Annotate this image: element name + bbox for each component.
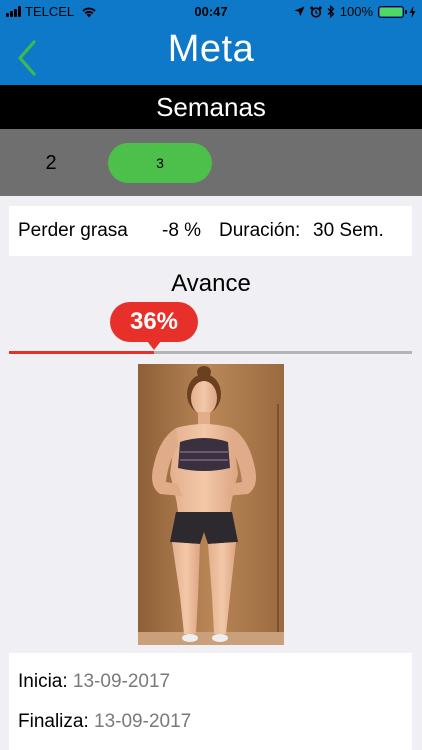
end-date-value: 13-09-2017: [94, 711, 192, 732]
duration-label: Duración:: [219, 220, 301, 241]
start-date-row: Inicia: 13-09-2017: [18, 671, 170, 693]
progress-bar: [9, 351, 412, 354]
week-item-3-selected[interactable]: 3: [108, 143, 212, 183]
weeks-selector: 2 3: [0, 129, 422, 196]
goal-summary: Perder grasa -8 % Duración: 30 Sem.: [9, 206, 412, 256]
status-bar: TELCEL 00:47 100%: [0, 0, 422, 24]
dates-card: Inicia: 13-09-2017 Finaliza: 13-09-2017: [9, 653, 412, 750]
duration-value: 30 Sem.: [313, 220, 384, 241]
screen: TELCEL 00:47 100% Meta Semanas 2 3 Perde…: [0, 0, 422, 750]
weeks-header: Semanas: [0, 85, 422, 129]
nav-bar: TELCEL 00:47 100% Meta: [0, 0, 422, 85]
progress-label: Avance: [171, 270, 251, 297]
end-date-row: Finaliza: 13-09-2017: [18, 711, 191, 733]
bluetooth-icon: [327, 5, 335, 18]
progress-photo[interactable]: [138, 364, 284, 645]
start-date-value: 13-09-2017: [72, 671, 171, 692]
end-date-label: Finaliza:: [18, 711, 95, 732]
battery-percent: 100%: [339, 4, 373, 19]
week-item-2[interactable]: 2: [26, 143, 76, 183]
start-date-label: Inicia:: [18, 671, 73, 692]
goal-type: Perder grasa: [18, 220, 128, 241]
goal-percent: -8 %: [162, 220, 202, 241]
alarm-icon: [310, 6, 322, 18]
progress-value-badge: 36%: [110, 302, 198, 350]
battery-level-fill: [380, 7, 402, 16]
location-arrow-icon: [294, 6, 305, 17]
charging-bolt-icon: [409, 5, 416, 18]
page-title: Meta: [167, 28, 255, 70]
progress-bar-fill: [9, 351, 154, 354]
battery-icon: [378, 5, 407, 18]
status-right: 100%: [294, 4, 416, 19]
